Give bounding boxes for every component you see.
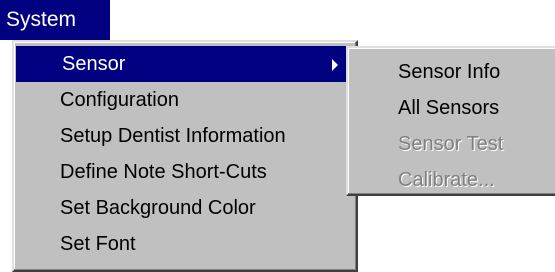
submenu-arrow-icon (332, 59, 338, 71)
menu-item-label: Sensor Info (398, 61, 501, 83)
menu-item-sensor[interactable]: Sensor (16, 46, 354, 82)
menu-item-configuration[interactable]: Configuration (14, 82, 356, 118)
menu-item-label: Sensor (62, 53, 126, 75)
menu-system-label: System (6, 8, 77, 31)
menu-item-sensor-test: Sensor Test (348, 126, 555, 162)
menu-item-label: Define Note Short-Cuts (60, 161, 267, 183)
menu-item-label: Calibrate... (398, 169, 495, 191)
menu-item-label: Set Font (60, 233, 136, 255)
menu-item-label: All Sensors (398, 97, 500, 119)
menu-item-define-note-short-cuts[interactable]: Define Note Short-Cuts (14, 154, 356, 190)
menu-system[interactable]: System (0, 0, 110, 40)
menu-item-set-font[interactable]: Set Font (14, 226, 356, 262)
menu-item-sensor-info[interactable]: Sensor Info (348, 54, 555, 90)
sensor-submenu: Sensor Info All Sensors Sensor Test Cali… (346, 46, 555, 196)
system-menu: Sensor Configuration Setup Dentist Infor… (12, 40, 358, 272)
menu-item-setup-dentist-information[interactable]: Setup Dentist Information (14, 118, 356, 154)
menu-item-label: Setup Dentist Information (60, 125, 286, 147)
menu-item-label: Sensor Test (398, 133, 504, 155)
menu-item-all-sensors[interactable]: All Sensors (348, 90, 555, 126)
menu-item-label: Configuration (60, 89, 179, 111)
menu-item-set-background-color[interactable]: Set Background Color (14, 190, 356, 226)
menu-item-label: Set Background Color (60, 197, 256, 219)
menu-item-calibrate: Calibrate... (348, 162, 555, 198)
